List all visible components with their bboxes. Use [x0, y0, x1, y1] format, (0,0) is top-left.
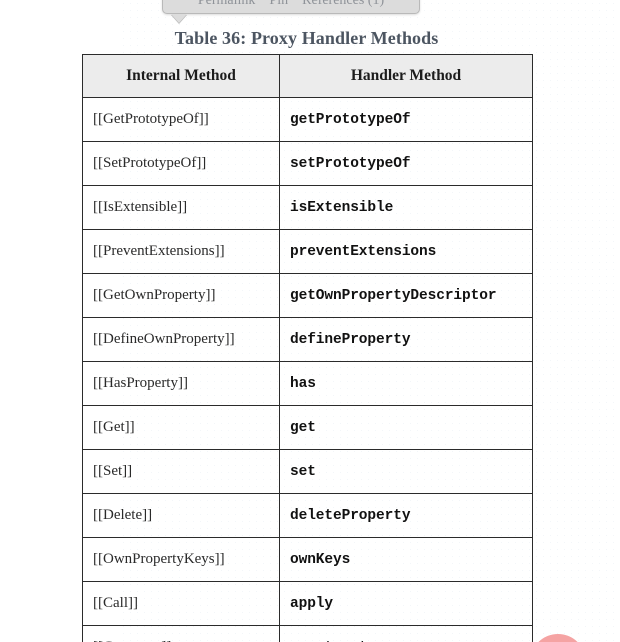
cell-handler-method: getOwnPropertyDescriptor: [279, 273, 533, 318]
permalink-link[interactable]: Permalink: [198, 0, 256, 8]
cell-internal-method: [[DefineOwnProperty]]: [82, 317, 280, 362]
table-row: [[DefineOwnProperty]] defineProperty: [82, 317, 533, 362]
table-header-row: Internal Method Handler Method: [82, 54, 533, 98]
table-row: [[IsExtensible]] isExtensible: [82, 185, 533, 230]
cell-internal-method: [[Call]]: [82, 581, 280, 626]
cell-internal-method: [[HasProperty]]: [82, 361, 280, 406]
table-row: [[PreventExtensions]] preventExtensions: [82, 229, 533, 274]
table-row: [[SetPrototypeOf]] setPrototypeOf: [82, 141, 533, 186]
cell-handler-method: isExtensible: [279, 185, 533, 230]
column-header-handler-method: Handler Method: [279, 54, 533, 98]
cell-internal-method: [[GetPrototypeOf]]: [82, 97, 280, 142]
cell-handler-method: preventExtensions: [279, 229, 533, 274]
cell-internal-method: [[Construct]]: [82, 625, 280, 642]
table-row: [[HasProperty]] has: [82, 361, 533, 406]
cell-internal-method: [[SetPrototypeOf]]: [82, 141, 280, 186]
table-row: [[GetOwnProperty]] getOwnPropertyDescript…: [82, 273, 533, 318]
floating-circle-badge[interactable]: [530, 634, 586, 642]
proxy-handler-table-container: Internal Method Handler Method [[GetProt…: [82, 54, 533, 642]
cell-internal-method: [[PreventExtensions]]: [82, 229, 280, 274]
pin-link[interactable]: Pin: [269, 0, 288, 8]
table-row: [[Call]] apply: [82, 581, 533, 626]
proxy-handler-table: Internal Method Handler Method [[GetProt…: [82, 54, 533, 642]
cell-internal-method: [[Set]]: [82, 449, 280, 494]
references-link[interactable]: References (1): [302, 0, 384, 8]
cell-handler-method: construct: [279, 625, 533, 642]
permalink-popover-body[interactable]: Permalink Pin References (1): [162, 0, 420, 23]
popover-pointer-icon: [171, 14, 187, 23]
cell-handler-method: get: [279, 405, 533, 450]
cell-handler-method: has: [279, 361, 533, 406]
table-row: [[Set]] set: [82, 449, 533, 494]
permalink-popover[interactable]: Permalink Pin References (1): [162, 0, 420, 23]
cell-internal-method: [[OwnPropertyKeys]]: [82, 537, 280, 582]
table-row: [[Construct]]construct: [82, 625, 533, 642]
table-row: [[Get]] get: [82, 405, 533, 450]
cell-handler-method: ownKeys: [279, 537, 533, 582]
cell-internal-method: [[Delete]]: [82, 493, 280, 538]
cell-handler-method: set: [279, 449, 533, 494]
document-page: Permalink Pin References (1) Table 36: P…: [0, 0, 620, 642]
table-head: Internal Method Handler Method: [82, 54, 533, 98]
table-caption: Table 36: Proxy Handler Methods: [174, 28, 439, 48]
column-header-internal-method: Internal Method: [82, 54, 280, 98]
cell-handler-method: setPrototypeOf: [279, 141, 533, 186]
table-row: [[OwnPropertyKeys]] ownKeys: [82, 537, 533, 582]
cell-handler-method: apply: [279, 581, 533, 626]
cell-internal-method: [[Get]]: [82, 405, 280, 450]
cell-handler-method: getPrototypeOf: [279, 97, 533, 142]
cell-handler-method: defineProperty: [279, 317, 533, 362]
cell-handler-method: deleteProperty: [279, 493, 533, 538]
table-row: [[GetPrototypeOf]] getPrototypeOf: [82, 97, 533, 142]
cell-internal-method: [[IsExtensible]]: [82, 185, 280, 230]
table-row: [[Delete]] deleteProperty: [82, 493, 533, 538]
table-body: [[GetPrototypeOf]] getPrototypeOf [[SetPro…: [82, 97, 533, 642]
cell-internal-method: [[GetOwnProperty]]: [82, 273, 280, 318]
